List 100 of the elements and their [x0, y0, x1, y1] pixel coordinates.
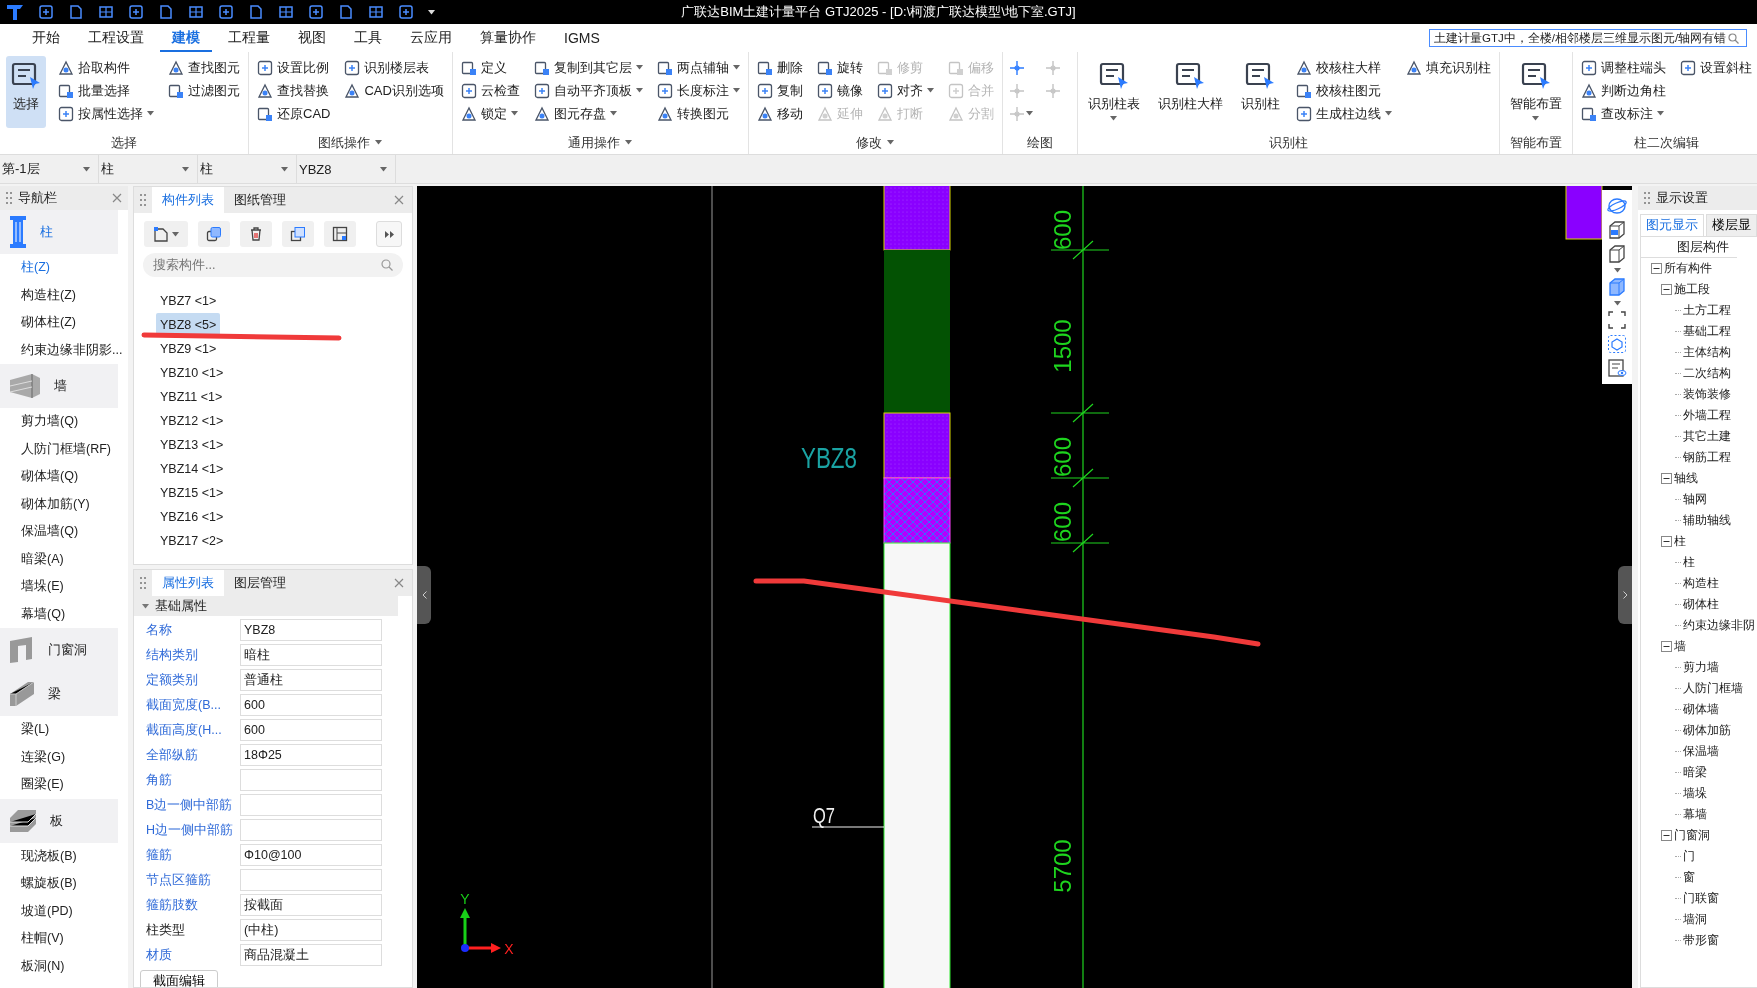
tree-item[interactable]: 墙洞: [1683, 911, 1707, 928]
collapse-icon[interactable]: [1661, 284, 1672, 295]
ribbon-button[interactable]: 查改标注: [1578, 102, 1668, 125]
grip-icon[interactable]: [1644, 191, 1650, 205]
toolbar-button[interactable]: [324, 221, 356, 247]
nav-category[interactable]: 门窗洞: [0, 628, 118, 672]
ribbon-button[interactable]: 查找图元: [166, 56, 242, 79]
property-value[interactable]: 商品混凝土: [240, 944, 382, 966]
property-value[interactable]: 按截面: [240, 894, 382, 916]
nav-item[interactable]: 砌体加筋(Y): [0, 490, 128, 518]
toolbar-icon[interactable]: [248, 4, 264, 20]
fit-view-icon[interactable]: [1607, 310, 1627, 330]
nav-item[interactable]: 砌体柱(Z): [0, 309, 128, 337]
dropdown[interactable]: YBZ8: [297, 155, 396, 183]
grip-icon[interactable]: [140, 576, 146, 590]
tree-item[interactable]: 主体结构: [1683, 344, 1731, 361]
property-value[interactable]: 普通柱: [240, 669, 382, 691]
nav-item[interactable]: 板洞(N): [0, 952, 128, 980]
ribbon-button[interactable]: 判断边角柱: [1578, 79, 1668, 102]
tree-item[interactable]: 装饰装修: [1683, 386, 1731, 403]
tree-item[interactable]: 轴线: [1674, 470, 1698, 487]
list-item[interactable]: YBZ14 <1>: [156, 457, 228, 481]
ribbon-button[interactable]: 镜像: [814, 79, 865, 102]
section-header[interactable]: 基础属性: [134, 596, 398, 616]
tree-item[interactable]: 门: [1683, 848, 1695, 865]
panel-tab[interactable]: 楼层显: [1706, 214, 1757, 236]
ribbon-button[interactable]: 按属性选择: [56, 102, 156, 125]
search-icon[interactable]: [1728, 32, 1739, 44]
ribbon-button[interactable]: 移动: [754, 102, 805, 125]
tree-item[interactable]: 剪力墙: [1683, 659, 1719, 676]
tree-item[interactable]: 墙垛: [1683, 785, 1707, 802]
ribbon-button[interactable]: 设置斜柱: [1677, 56, 1754, 79]
toolbar-button[interactable]: [240, 221, 272, 247]
dropdown[interactable]: 柱: [198, 155, 297, 183]
menu-tab[interactable]: 工程设置: [76, 24, 156, 52]
property-value[interactable]: Φ10@100: [240, 844, 382, 866]
toolbar-icon[interactable]: [218, 4, 234, 20]
collapse-icon[interactable]: [1651, 263, 1662, 274]
ribbon-button[interactable]: CAD识别选项: [342, 79, 446, 102]
toolbar-icon[interactable]: [338, 4, 354, 20]
tree-item[interactable]: 基础工程: [1683, 323, 1731, 340]
collapse-icon[interactable]: [1661, 641, 1672, 652]
toolbar-icon[interactable]: [128, 4, 144, 20]
list-item[interactable]: YBZ12 <1>: [156, 409, 228, 433]
nav-item[interactable]: 连梁(G): [0, 743, 128, 771]
list-item[interactable]: YBZ16 <1>: [156, 505, 228, 529]
collapse-icon[interactable]: [1661, 536, 1672, 547]
collapse-icon[interactable]: [1661, 473, 1672, 484]
close-icon[interactable]: [394, 195, 404, 205]
toolbar-icon[interactable]: [68, 4, 84, 20]
cube-icon[interactable]: [1607, 220, 1627, 240]
nav-item[interactable]: 约束边缘非阴影...: [0, 336, 128, 364]
tree-item[interactable]: 柱: [1674, 533, 1686, 550]
tree-item[interactable]: 砌体墙: [1683, 701, 1719, 718]
toolbar-icon[interactable]: [188, 4, 204, 20]
toolbar-icon[interactable]: [278, 4, 294, 20]
panel-tab[interactable]: 图元显示: [1640, 214, 1704, 236]
tree-item[interactable]: 人防门框墙: [1683, 680, 1743, 697]
nav-item[interactable]: 现浇板(B): [0, 842, 128, 870]
grip-icon[interactable]: [6, 191, 12, 205]
tree-item[interactable]: 构造柱: [1683, 575, 1719, 592]
list-item[interactable]: YBZ9 <1>: [156, 337, 221, 361]
ribbon-button[interactable]: 转换图元: [654, 102, 742, 125]
tree-item[interactable]: 柱: [1683, 554, 1695, 571]
ribbon-button[interactable]: 复制到其它层: [531, 56, 645, 79]
list-item[interactable]: YBZ15 <1>: [156, 481, 228, 505]
caret-icon[interactable]: [428, 9, 435, 15]
more-button[interactable]: [376, 221, 402, 247]
ribbon-button[interactable]: 拾取构件: [56, 56, 156, 79]
tree-item[interactable]: 砌体柱: [1683, 596, 1719, 613]
ribbon-button[interactable]: 查找替换: [255, 79, 333, 102]
ribbon-button[interactable]: 批量选择: [56, 79, 156, 102]
toolbar-button[interactable]: [282, 221, 314, 247]
menu-tab[interactable]: IGMS: [552, 25, 612, 51]
ribbon-button[interactable]: 自动平齐顶板: [531, 79, 645, 102]
nav-category[interactable]: 板: [0, 798, 118, 843]
property-value[interactable]: 暗柱: [240, 644, 382, 666]
ribbon-button[interactable]: 生成柱边线: [1293, 102, 1394, 125]
tree-item[interactable]: 暗梁: [1683, 764, 1707, 781]
ribbon-button[interactable]: 校核柱图元: [1293, 79, 1394, 102]
cube-icon[interactable]: [1607, 277, 1627, 297]
property-value[interactable]: (中柱): [240, 919, 382, 941]
panel-tab[interactable]: 图层管理: [224, 570, 296, 596]
nav-item[interactable]: 幕墙(Q): [0, 600, 128, 628]
toolbar-icon[interactable]: [308, 4, 324, 20]
dropdown[interactable]: 柱: [99, 155, 198, 183]
property-value[interactable]: YBZ8: [240, 619, 382, 641]
list-eye-icon[interactable]: [1607, 358, 1627, 378]
toolbar-icon[interactable]: [98, 4, 114, 20]
toolbar-icon[interactable]: [368, 4, 384, 20]
cube-icon[interactable]: [1607, 244, 1627, 264]
tree-item[interactable]: 墙: [1674, 638, 1686, 655]
nav-category[interactable]: 墙: [0, 364, 118, 408]
nav-item[interactable]: 圈梁(E): [0, 771, 128, 799]
ribbon-button[interactable]: 定义: [458, 56, 522, 79]
tree-item[interactable]: 钢筋工程: [1683, 449, 1731, 466]
ribbon-button[interactable]: 还原CAD: [255, 102, 333, 125]
search-field[interactable]: 土建计量GTJ中，全楼/相邻楼层三维显示图元/轴网有错: [1429, 29, 1747, 47]
ribbon-button[interactable]: 锁定: [458, 102, 522, 125]
ribbon-button[interactable]: 调整柱端头: [1578, 56, 1668, 79]
